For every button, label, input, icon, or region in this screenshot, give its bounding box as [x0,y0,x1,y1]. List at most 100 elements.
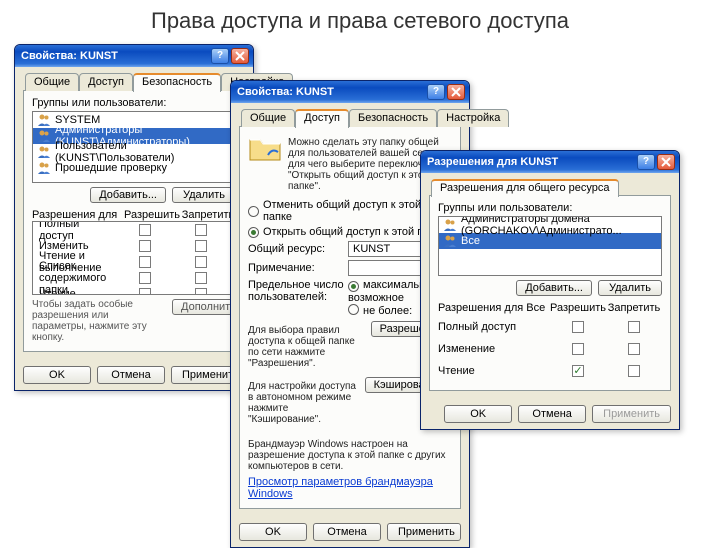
radio-disable-sharing[interactable] [248,206,259,217]
deny-checkbox[interactable] [195,224,207,236]
permission-row: Полный доступ [33,222,235,238]
close-icon [661,157,671,167]
tabs: Общие Доступ Безопасность Настройка [239,109,461,127]
ok-button[interactable]: OK [444,405,512,423]
radio-enable-label: Открыть общий доступ к этой папке [263,226,446,238]
firewall-link[interactable]: Просмотр параметров брандмауэра Windows [248,476,452,500]
permission-row: Изменение [438,338,662,360]
ok-button[interactable]: OK [23,366,91,384]
deny-checkbox[interactable] [628,365,640,377]
allow-checkbox[interactable] [139,224,151,236]
remove-user-button[interactable]: Удалить [598,280,662,296]
perm-header-allow: Разрешить [124,209,180,221]
allow-checkbox[interactable] [572,365,584,377]
users-list[interactable]: SYSTEMАдминистраторы (KUNST\Администрато… [32,111,236,183]
cancel-button[interactable]: Отмена [97,366,165,384]
allow-checkbox[interactable] [572,321,584,333]
list-item[interactable]: Пользователи (KUNST\Пользователи) [33,144,235,160]
tab-customize[interactable]: Настройка [437,109,509,127]
add-user-button[interactable]: Добавить... [516,280,592,296]
window-title: Свойства: KUNST [237,86,425,98]
groups-label: Группы или пользователи: [32,97,236,109]
permission-name: Изменение [438,343,550,355]
tab-security[interactable]: Безопасность [349,109,437,127]
tab-share-permissions[interactable]: Разрешения для общего ресурса [431,179,619,197]
perm-header-deny: Запретить [606,302,662,314]
help-button[interactable]: ? [637,154,655,170]
share-permissions-window: Разрешения для KUNST ? Разрешения для об… [420,150,680,430]
cancel-button[interactable]: Отмена [313,523,381,541]
allow-checkbox[interactable] [139,256,151,268]
firewall-note: Брандмауэр Windows настроен на разрешени… [248,439,452,472]
add-user-button[interactable]: Добавить... [90,187,166,203]
radio-limit-users[interactable] [348,304,359,315]
allow-checkbox[interactable] [139,272,151,284]
deny-checkbox[interactable] [195,272,207,284]
page-title: Права доступа и права сетевого доступа [0,0,720,40]
perm-header-left: Разрешения для Все [438,302,550,314]
close-button[interactable] [231,48,249,64]
user-name: Прошедшие проверку [55,162,167,174]
caching-hint: Для настройки доступа в автономном режим… [248,381,359,425]
permissions-list: Полный доступ Изменение Чтение [438,316,662,382]
titlebar[interactable]: Свойства: KUNST ? [231,81,469,103]
permissions-list[interactable]: Полный доступИзменитьЧтение и выполнение… [32,221,236,295]
groups-label: Группы или пользователи: [438,202,662,214]
permission-name: Чтение [438,365,550,377]
perm-header-allow: Разрешить [550,302,606,314]
radio-max-label: максимально возможное [348,279,431,304]
advanced-button[interactable]: Дополнительно [172,299,236,315]
close-button[interactable] [447,84,465,100]
tab-sharing[interactable]: Доступ [295,109,349,128]
cancel-button[interactable]: Отмена [518,405,586,423]
permission-row: Полный доступ [438,316,662,338]
allow-checkbox[interactable] [572,343,584,355]
ok-button[interactable]: OK [239,523,307,541]
window-title: Разрешения для KUNST [427,156,635,168]
radio-enable-sharing[interactable] [248,227,259,238]
permission-name: Полный доступ [438,321,550,333]
close-button[interactable] [657,154,675,170]
apply-button[interactable]: Применить [592,405,671,423]
allow-checkbox[interactable] [139,288,151,295]
permissions-hint: Для выбора правил доступа к общей папке … [248,325,365,369]
user-name: Все [461,235,480,247]
titlebar[interactable]: Разрешения для KUNST ? [421,151,679,173]
apply-button[interactable]: Применить [387,523,461,541]
titlebar[interactable]: Свойства: KUNST ? [15,45,253,67]
deny-checkbox[interactable] [628,343,640,355]
deny-checkbox[interactable] [628,321,640,333]
tab-sharing[interactable]: Доступ [79,73,133,91]
perm-header-deny: Запретить [180,209,236,221]
radio-limit-label: не более: [363,305,412,317]
tabs: Разрешения для общего ресурса [429,179,671,196]
advanced-note: Чтобы задать особые разрешения или парам… [32,299,162,343]
properties-security-window: Свойства: KUNST ? Общие Доступ Безопасно… [14,44,254,391]
deny-checkbox[interactable] [195,256,207,268]
close-icon [451,87,461,97]
allow-checkbox[interactable] [139,240,151,252]
perm-header-left: Разрешения для [32,209,124,221]
shared-folder-icon [248,133,282,163]
tab-security[interactable]: Безопасность [133,73,221,92]
tab-general[interactable]: Общие [241,109,295,127]
radio-max-users[interactable] [348,281,359,292]
comment-label: Примечание: [248,262,348,274]
permission-row: Список содержимого папки [33,270,235,286]
close-icon [235,51,245,61]
window-title: Свойства: KUNST [21,50,209,62]
security-panel: Группы или пользователи: SYSTEMАдминистр… [23,90,245,352]
users-list[interactable]: Администраторы домена (GORCHAKOV\Админис… [438,216,662,276]
user-limit-label: Предельное число пользователей: [248,279,348,303]
tab-general[interactable]: Общие [25,73,79,91]
share-permissions-panel: Группы или пользователи: Администраторы … [429,195,671,391]
permission-row: Чтение [438,360,662,382]
deny-checkbox[interactable] [195,240,207,252]
user-name: Пользователи (KUNST\Пользователи) [55,140,231,164]
remove-user-button[interactable]: Удалить [172,187,236,203]
deny-checkbox[interactable] [195,288,207,295]
help-button[interactable]: ? [427,84,445,100]
help-button[interactable]: ? [211,48,229,64]
list-item[interactable]: Администраторы домена (GORCHAKOV\Админис… [439,217,661,233]
tabs: Общие Доступ Безопасность Настройка [23,73,245,91]
